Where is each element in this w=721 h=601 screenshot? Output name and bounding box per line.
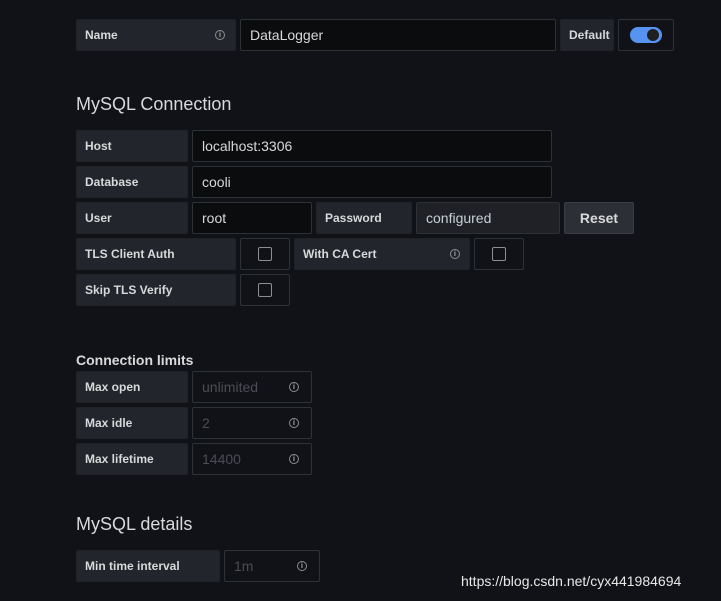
default-label: Default: [560, 19, 614, 51]
name-input[interactable]: DataLogger: [240, 19, 556, 51]
max-idle-input[interactable]: 2 i: [192, 407, 312, 439]
host-label: Host: [76, 130, 188, 162]
tls-client-auth-checkbox[interactable]: [258, 247, 272, 261]
toggle-knob: [647, 29, 659, 41]
user-label: User: [76, 202, 188, 234]
min-time-interval-placeholder: 1m: [234, 558, 254, 574]
skip-tls-verify-checkbox-container[interactable]: [240, 274, 290, 306]
password-label: Password: [316, 202, 412, 234]
min-time-interval-label: Min time interval: [76, 550, 220, 582]
info-icon[interactable]: i: [215, 30, 225, 40]
mysql-connection-title: MySQL Connection: [76, 94, 232, 114]
max-lifetime-placeholder: 14400: [202, 451, 241, 467]
max-lifetime-input[interactable]: 14400 i: [192, 443, 312, 475]
default-toggle-container[interactable]: [618, 19, 674, 51]
tls-client-auth-checkbox-container[interactable]: [240, 238, 290, 270]
max-lifetime-label: Max lifetime: [76, 443, 188, 475]
with-ca-cert-label: With CA Cert i: [294, 238, 470, 270]
min-time-interval-input[interactable]: 1m i: [224, 550, 320, 582]
connection-limits-title: Connection limits: [76, 352, 194, 368]
tls-client-auth-label: TLS Client Auth: [76, 238, 236, 270]
info-icon[interactable]: i: [289, 382, 299, 392]
with-ca-cert-checkbox[interactable]: [492, 247, 506, 261]
max-idle-label: Max idle: [76, 407, 188, 439]
max-open-label: Max open: [76, 371, 188, 403]
info-icon[interactable]: i: [289, 454, 299, 464]
host-input[interactable]: localhost:3306: [192, 130, 552, 162]
skip-tls-verify-label: Skip TLS Verify: [76, 274, 236, 306]
user-input[interactable]: root: [192, 202, 312, 234]
max-open-input[interactable]: unlimited i: [192, 371, 312, 403]
password-input: configured: [416, 202, 560, 234]
with-ca-cert-checkbox-container[interactable]: [474, 238, 524, 270]
name-label: Name i: [76, 19, 236, 51]
database-input[interactable]: cooli: [192, 166, 552, 198]
with-ca-cert-label-text: With CA Cert: [303, 247, 377, 261]
default-toggle[interactable]: [630, 27, 662, 43]
max-open-placeholder: unlimited: [202, 379, 259, 395]
skip-tls-verify-checkbox[interactable]: [258, 283, 272, 297]
watermark-text: https://blog.csdn.net/cyx441984694: [461, 573, 682, 589]
database-label: Database: [76, 166, 188, 198]
mysql-details-title: MySQL details: [76, 514, 193, 534]
name-label-text: Name: [85, 28, 118, 42]
info-icon[interactable]: i: [297, 561, 307, 571]
info-icon[interactable]: i: [450, 249, 460, 259]
max-idle-placeholder: 2: [202, 415, 210, 431]
reset-password-button[interactable]: Reset: [564, 202, 634, 234]
info-icon[interactable]: i: [289, 418, 299, 428]
